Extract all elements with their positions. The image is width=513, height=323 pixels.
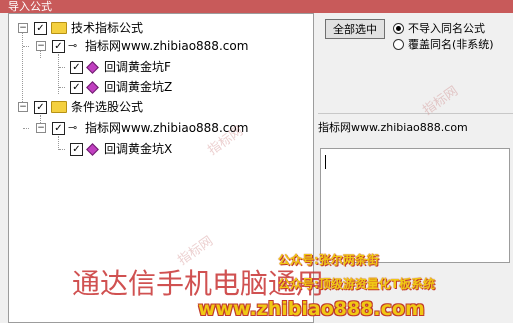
tree-group-screening[interactable]: − ✓ 条件选股公式: [9, 98, 309, 116]
divider: [318, 113, 513, 114]
collapse-toggle[interactable]: −: [18, 23, 28, 33]
item-label: 回调黄金坑F: [104, 60, 171, 74]
tree-group-technical[interactable]: − ✓ 技术指标公式: [9, 19, 309, 37]
tree-source-node[interactable]: − ✓ ⊸ 指标网www.zhibiao888.com: [9, 119, 309, 137]
radio-overwrite-same-name[interactable]: [393, 39, 404, 50]
radio-label: 覆盖同名(非系统): [408, 38, 494, 51]
select-all-button[interactable]: 全部选中: [325, 19, 385, 39]
formula-icon: [86, 61, 99, 74]
tree-item[interactable]: ✓ 回调黄金坑X: [9, 140, 309, 158]
watermark-line: 公众号:张尔两条街: [278, 253, 379, 267]
item-checkbox[interactable]: ✓: [70, 61, 83, 74]
radio-skip-same-name[interactable]: [393, 23, 404, 34]
item-checkbox[interactable]: ✓: [70, 81, 83, 94]
source-label: 指标网www.zhibiao888.com: [85, 39, 249, 53]
item-checkbox[interactable]: ✓: [70, 143, 83, 156]
tree-item[interactable]: ✓ 回调黄金坑F: [9, 58, 309, 76]
description-textarea[interactable]: [320, 148, 510, 263]
group-label: 技术指标公式: [71, 21, 144, 35]
formula-icon: [86, 143, 99, 156]
group-checkbox[interactable]: ✓: [34, 101, 47, 114]
source-name-label: 指标网www.zhibiao888.com: [318, 121, 468, 134]
collapse-toggle[interactable]: −: [36, 123, 46, 133]
collapse-toggle[interactable]: −: [18, 102, 28, 112]
formula-icon: [86, 81, 99, 94]
source-checkbox[interactable]: ✓: [52, 122, 65, 135]
text-caret: [325, 155, 326, 169]
item-label: 回调黄金坑X: [104, 142, 173, 156]
tree-source-node[interactable]: − ✓ ⊸ 指标网www.zhibiao888.com: [9, 37, 309, 55]
key-icon: ⊸: [68, 121, 78, 134]
watermark-url: www.zhibiao888.com: [198, 298, 425, 320]
radio-label: 不导入同名公式: [408, 22, 485, 35]
key-icon: ⊸: [68, 39, 78, 52]
window-title: 导入公式: [0, 0, 513, 13]
folder-icon: [51, 22, 67, 34]
watermark-line: 公众号:顶级游资量化T板系统: [278, 277, 435, 291]
item-label: 回调黄金坑Z: [104, 80, 173, 94]
folder-icon: [51, 101, 67, 113]
group-checkbox[interactable]: ✓: [34, 22, 47, 35]
source-checkbox[interactable]: ✓: [52, 40, 65, 53]
tree-item[interactable]: ✓ 回调黄金坑Z: [9, 78, 309, 96]
collapse-toggle[interactable]: −: [36, 41, 46, 51]
group-label: 条件选股公式: [71, 100, 144, 114]
